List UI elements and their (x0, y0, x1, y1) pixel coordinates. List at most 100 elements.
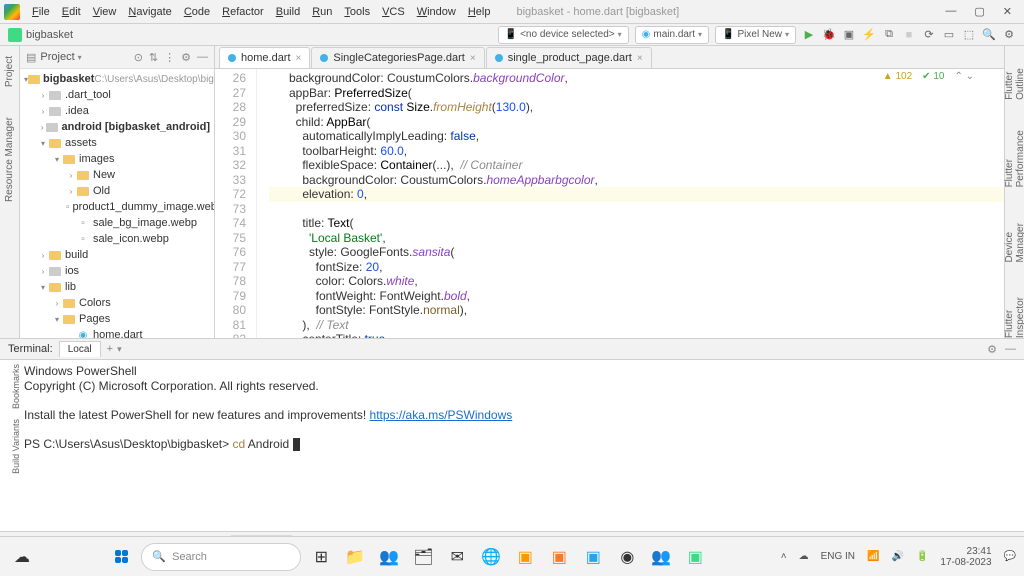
tree-item[interactable]: ›android [bigbasket_android] (20, 119, 214, 135)
android-icon (8, 28, 22, 42)
chrome-icon[interactable]: ◉ (613, 543, 641, 571)
android-studio-icon[interactable]: ▣ (681, 543, 709, 571)
menu-refactor[interactable]: Refactor (216, 6, 270, 18)
files-icon[interactable]: 🗂 (409, 543, 437, 571)
menu-help[interactable]: Help (462, 6, 497, 18)
terminal-gear-icon[interactable]: ⚙ (987, 343, 997, 356)
battery-icon[interactable]: 🔋 (916, 551, 928, 562)
tree-item[interactable]: ›Old (20, 183, 214, 199)
collapse-icon[interactable]: ⇅ (149, 51, 158, 64)
right-tab-device-manager[interactable]: Device Manager (1004, 207, 1024, 263)
menu-run[interactable]: Run (306, 6, 338, 18)
debug-icon[interactable]: 🐞 (822, 28, 836, 42)
right-tab-performance[interactable]: Flutter Performance (1004, 120, 1024, 187)
explorer-icon[interactable]: 📁 (341, 543, 369, 571)
inspection-badges[interactable]: ▲ 102 ✔ 10 ⌃ ⌄ (883, 71, 974, 82)
stop-icon[interactable]: ■ (902, 28, 916, 42)
menu-vcs[interactable]: VCS (376, 6, 411, 18)
editor-tab[interactable]: single_product_page.dart× (486, 47, 652, 68)
powershell-link[interactable]: https://aka.ms/PSWindows (370, 408, 513, 422)
menu-build[interactable]: Build (270, 6, 306, 18)
editor-tab[interactable]: SingleCategoriesPage.dart× (311, 47, 484, 68)
volume-icon[interactable]: 🔊 (891, 551, 903, 562)
left-tab-resource-manager[interactable]: Resource Manager (4, 117, 15, 202)
xampp-icon[interactable]: ▣ (545, 543, 573, 571)
tree-item[interactable]: ›New (20, 167, 214, 183)
menu-window[interactable]: Window (411, 6, 462, 18)
clock[interactable]: 23:41 17-08-2023 (940, 546, 991, 568)
maximize-icon[interactable]: ▢ (974, 5, 984, 18)
search-icon[interactable]: 🔍 (982, 28, 996, 42)
tree-item[interactable]: ›.dart_tool (20, 87, 214, 103)
tree-item[interactable]: ›build (20, 247, 214, 263)
profile-icon[interactable]: ▣ (842, 28, 856, 42)
tree-item[interactable]: ▾Pages (20, 311, 214, 327)
task-view-icon[interactable]: ⊞ (307, 543, 335, 571)
hide-icon[interactable]: — (197, 51, 208, 64)
tree-item[interactable]: ›.idea (20, 103, 214, 119)
tree-item[interactable]: ›Colors (20, 295, 214, 311)
tree-item[interactable]: ▾images (20, 151, 214, 167)
run-icon[interactable]: ▶ (802, 28, 816, 42)
run-config-selector[interactable]: ◉main.dart▾ (635, 26, 709, 44)
avd-icon[interactable]: ▭ (942, 28, 956, 42)
bookmarks-tab[interactable]: Bookmarks (8, 364, 24, 409)
tree-item[interactable]: ›ios (20, 263, 214, 279)
tree-item[interactable]: ▾lib (20, 279, 214, 295)
breadcrumb[interactable]: bigbasket (26, 29, 73, 41)
settings-icon[interactable]: ⚙ (1002, 28, 1016, 42)
teams-icon[interactable]: 👥 (375, 543, 403, 571)
left-tab-project[interactable]: Project (4, 56, 15, 87)
expand-icon[interactable]: ⋮ (164, 51, 175, 64)
editor-tab[interactable]: home.dart× (219, 47, 310, 68)
tree-root[interactable]: ▾bigbasket C:\Users\Asus\Desktop\bigbask… (20, 71, 214, 87)
tree-item[interactable]: ▫sale_icon.webp (20, 231, 214, 247)
vscode-icon[interactable]: ▣ (579, 543, 607, 571)
terminal-panel[interactable]: Bookmarks Build Variants Windows PowerSh… (0, 360, 1024, 532)
close-icon[interactable]: ✕ (1003, 5, 1012, 18)
device-pill[interactable]: 📱Pixel New▾ (715, 26, 796, 44)
device-selector[interactable]: 📱<no device selected>▾ (498, 26, 629, 44)
tray-chevron-icon[interactable]: ˄ (781, 551, 787, 562)
terminal-add-icon[interactable]: + (107, 343, 113, 355)
project-tree[interactable]: ▾bigbasket C:\Users\Asus\Desktop\bigbask… (20, 69, 214, 338)
menubar: FileEditViewNavigateCodeRefactorBuildRun… (0, 0, 1024, 24)
tree-item[interactable]: ▫sale_bg_image.webp (20, 215, 214, 231)
sdk-icon[interactable]: ⬚ (962, 28, 976, 42)
mail-icon[interactable]: ✉ (443, 543, 471, 571)
terminal-hide-icon[interactable]: — (1005, 343, 1016, 356)
target-icon[interactable]: ⊙ (134, 51, 143, 64)
tree-item[interactable]: ◉home.dart (20, 327, 214, 338)
start-icon[interactable] (107, 543, 135, 571)
edge-icon[interactable]: 🌐 (477, 543, 505, 571)
tree-item[interactable]: ▫product1_dummy_image.webp (20, 199, 214, 215)
menu-view[interactable]: View (87, 6, 123, 18)
menu-code[interactable]: Code (178, 6, 216, 18)
right-tab-outline[interactable]: Flutter Outline (1004, 52, 1024, 100)
menu-tools[interactable]: Tools (338, 6, 376, 18)
notification-icon[interactable]: 💬 (1004, 551, 1016, 562)
close-tab-icon[interactable]: × (637, 53, 643, 64)
sync-icon[interactable]: ⟳ (922, 28, 936, 42)
tree-item[interactable]: ▾assets (20, 135, 214, 151)
teams2-icon[interactable]: 👥 (647, 543, 675, 571)
hot-reload-icon[interactable]: ⚡ (862, 28, 876, 42)
terminal-tab-local[interactable]: Local (59, 341, 101, 357)
sublime-icon[interactable]: ▣ (511, 543, 539, 571)
build-variants-tab[interactable]: Build Variants (8, 419, 24, 474)
onedrive-icon[interactable]: ☁ (799, 551, 809, 562)
gear-icon[interactable]: ⚙ (181, 51, 191, 64)
attach-icon[interactable]: ⧉ (882, 28, 896, 42)
minimize-icon[interactable]: — (945, 5, 956, 18)
close-tab-icon[interactable]: × (296, 53, 302, 64)
right-tab-inspector[interactable]: Flutter Inspector (1004, 283, 1024, 338)
wifi-icon[interactable]: 📶 (867, 551, 879, 562)
menu-file[interactable]: File (26, 6, 56, 18)
weather-widget[interactable]: ☁ (8, 543, 36, 571)
language-indicator[interactable]: ENG IN (821, 552, 855, 562)
code-content[interactable]: backgroundColor: CoustumColors.backgroun… (257, 69, 1004, 338)
taskbar-search[interactable]: 🔍Search (141, 543, 301, 571)
menu-navigate[interactable]: Navigate (122, 6, 177, 18)
menu-edit[interactable]: Edit (56, 6, 87, 18)
close-tab-icon[interactable]: × (470, 53, 476, 64)
